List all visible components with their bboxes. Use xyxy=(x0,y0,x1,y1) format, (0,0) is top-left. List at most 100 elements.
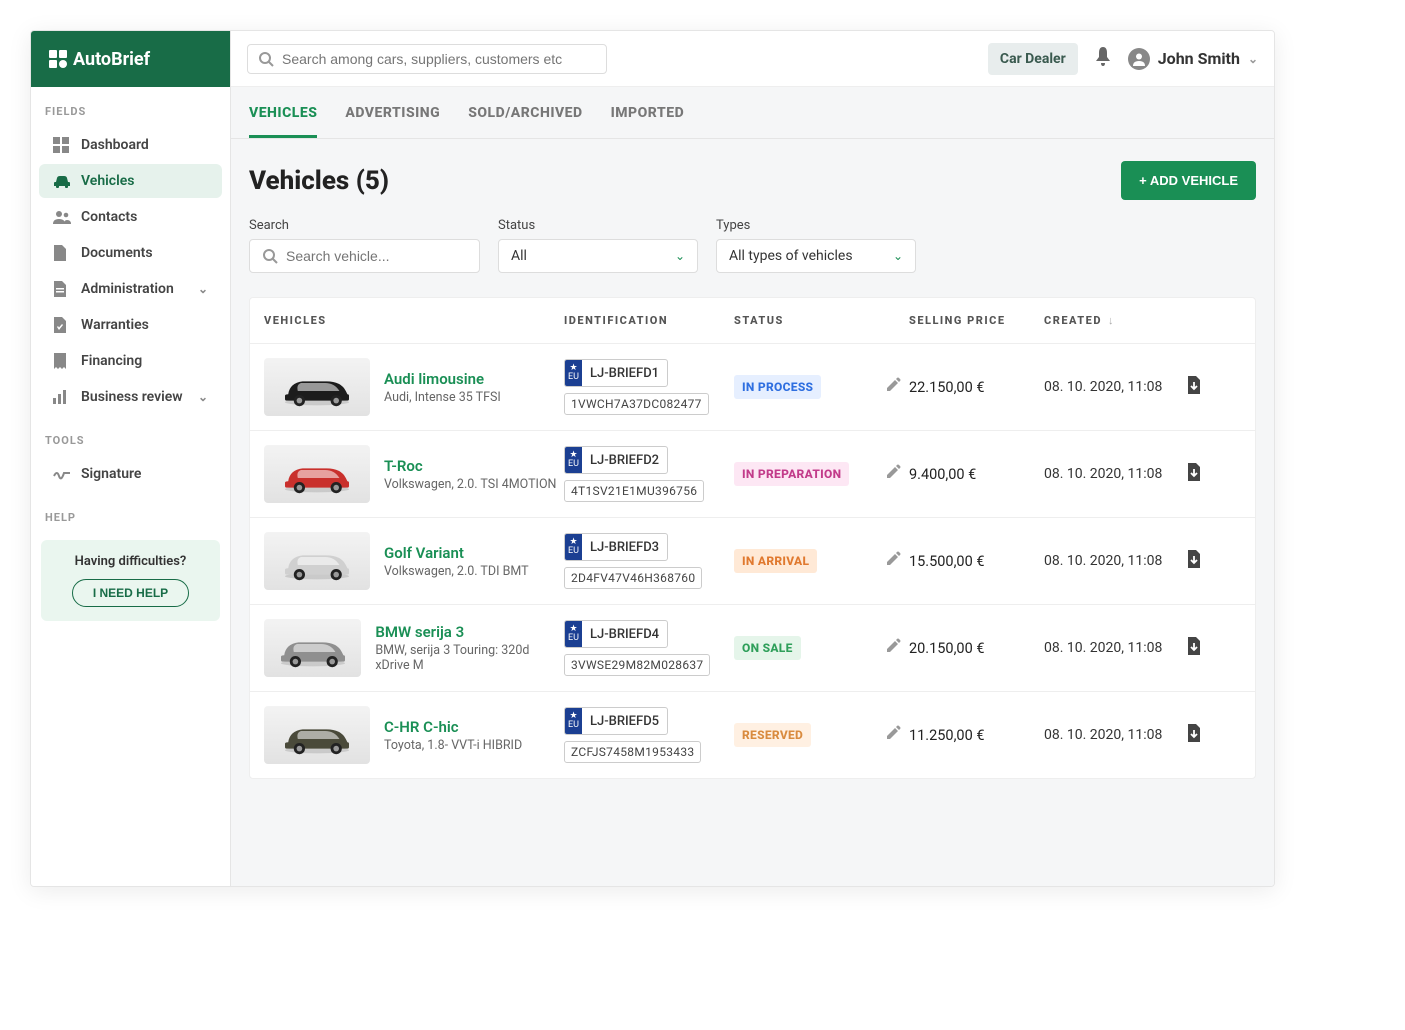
filter-types-value: All types of vehicles xyxy=(729,248,853,264)
download-button[interactable] xyxy=(1169,376,1219,398)
vin-number: 3VWSE29M82M028637 xyxy=(564,654,710,676)
nav-label: Warranties xyxy=(81,317,149,333)
chart-icon xyxy=(53,390,71,404)
plate-text: LJ-BRIEFD4 xyxy=(582,624,667,645)
edit-status-button[interactable] xyxy=(885,638,901,658)
file-download-icon xyxy=(1187,463,1201,481)
th-status: STATUS xyxy=(734,314,909,327)
avatar-icon xyxy=(1128,48,1150,70)
document-icon xyxy=(53,245,71,261)
eu-plate-icon: ★EU xyxy=(565,621,582,647)
status-badge: ON SALE xyxy=(734,636,801,660)
edit-status-button[interactable] xyxy=(885,464,901,484)
global-search[interactable] xyxy=(247,44,607,74)
nav-contacts[interactable]: Contacts xyxy=(39,200,222,234)
vin-number: ZCFJS7458M1953433 xyxy=(564,741,701,763)
help-button[interactable]: I NEED HELP xyxy=(72,579,189,607)
identification-cell: ★EU LJ-BRIEFD3 2D4FV47V46H368760 xyxy=(564,533,734,589)
vehicle-name-link[interactable]: Golf Variant xyxy=(384,544,529,562)
download-button[interactable] xyxy=(1169,550,1219,572)
add-vehicle-button[interactable]: + ADD VEHICLE xyxy=(1121,161,1256,200)
th-price: SELLING PRICE xyxy=(909,314,1044,327)
nav-financing[interactable]: Financing xyxy=(39,344,222,378)
nav-business-review[interactable]: Business review ⌄ xyxy=(39,380,222,414)
download-button[interactable] xyxy=(1169,637,1219,659)
price-cell: 11.250,00 € xyxy=(909,727,1044,744)
edit-status-button[interactable] xyxy=(885,551,901,571)
license-plate: ★EU LJ-BRIEFD4 xyxy=(564,620,668,648)
chevron-down-icon: ⌄ xyxy=(1248,52,1258,66)
nav-vehicles[interactable]: Vehicles xyxy=(39,164,222,198)
plate-text: LJ-BRIEFD3 xyxy=(582,537,667,558)
eu-plate-icon: ★EU xyxy=(565,708,582,734)
created-cell: 08. 10. 2020, 11:08 xyxy=(1044,553,1169,569)
edit-status-button[interactable] xyxy=(885,377,901,397)
status-cell: IN ARRIVAL xyxy=(734,549,909,573)
vehicle-name-link[interactable]: Audi limousine xyxy=(384,370,501,388)
signature-icon xyxy=(53,468,71,480)
filters: Search Status All ⌄ Types All types of v… xyxy=(231,208,1274,297)
filter-types: Types All types of vehicles ⌄ xyxy=(716,218,916,273)
status-cell: RESERVED xyxy=(734,723,909,747)
license-plate: ★EU LJ-BRIEFD3 xyxy=(564,533,668,561)
price-cell: 20.150,00 € xyxy=(909,640,1044,657)
tab-sold-archived[interactable]: SOLD/ARCHIVED xyxy=(468,87,582,138)
chevron-down-icon: ⌄ xyxy=(675,249,685,263)
vehicle-name-link[interactable]: T-Roc xyxy=(384,457,556,475)
nav-administration[interactable]: Administration ⌄ xyxy=(39,272,222,306)
vehicle-thumbnail xyxy=(264,445,370,503)
tab-advertising[interactable]: ADVERTISING xyxy=(345,87,440,138)
dealer-badge: Car Dealer xyxy=(988,43,1078,75)
filter-types-select[interactable]: All types of vehicles ⌄ xyxy=(716,239,916,273)
download-button[interactable] xyxy=(1169,724,1219,746)
global-search-input[interactable] xyxy=(282,51,596,67)
brand-logo: AutoBrief xyxy=(31,31,230,87)
status-badge: IN PROCESS xyxy=(734,375,821,399)
th-created[interactable]: CREATED ↓ xyxy=(1044,314,1169,327)
vehicle-name-link[interactable]: C-HR C-hic xyxy=(384,718,522,736)
nav-signature[interactable]: Signature xyxy=(39,457,222,491)
search-icon xyxy=(262,248,278,264)
vehicle-cell: C-HR C-hic Toyota, 1.8- VVT-i HIBRID xyxy=(264,706,564,764)
brand-name: AutoBrief xyxy=(73,49,150,70)
tab-imported[interactable]: IMPORTED xyxy=(611,87,685,138)
created-cell: 08. 10. 2020, 11:08 xyxy=(1044,727,1169,743)
nav-dashboard[interactable]: Dashboard xyxy=(39,128,222,162)
filter-search-input[interactable] xyxy=(286,248,467,264)
filter-status-value: All xyxy=(511,248,527,264)
vehicle-cell: Audi limousine Audi, Intense 35 TFSI xyxy=(264,358,564,416)
sort-down-icon: ↓ xyxy=(1108,314,1115,327)
user-menu[interactable]: John Smith ⌄ xyxy=(1128,48,1258,70)
notifications-button[interactable] xyxy=(1094,47,1112,71)
identification-cell: ★EU LJ-BRIEFD4 3VWSE29M82M028637 xyxy=(564,620,734,676)
topbar: Car Dealer John Smith ⌄ xyxy=(231,31,1274,87)
nav-label: Financing xyxy=(81,353,142,369)
file-download-icon xyxy=(1187,724,1201,742)
download-button[interactable] xyxy=(1169,463,1219,485)
plate-text: LJ-BRIEFD5 xyxy=(582,711,667,732)
section-tools-label: TOOLS xyxy=(31,416,230,457)
chevron-down-icon: ⌄ xyxy=(198,390,208,404)
vehicle-name-link[interactable]: BMW serija 3 xyxy=(375,623,564,641)
created-cell: 08. 10. 2020, 11:08 xyxy=(1044,379,1169,395)
grid-icon xyxy=(53,137,71,153)
pencil-icon xyxy=(885,638,901,654)
filter-status-select[interactable]: All ⌄ xyxy=(498,239,698,273)
main-area: Car Dealer John Smith ⌄ VEHICLES ADVERTI… xyxy=(231,31,1274,886)
users-icon xyxy=(53,210,71,224)
filter-search-field[interactable] xyxy=(249,239,480,273)
nav-documents[interactable]: Documents xyxy=(39,236,222,270)
car-icon xyxy=(53,174,71,188)
file-download-icon xyxy=(1187,637,1201,655)
nav-warranties[interactable]: Warranties xyxy=(39,308,222,342)
vehicle-thumbnail xyxy=(264,532,370,590)
table-row: T-Roc Volkswagen, 2.0. TSI 4MOTION ★EU L… xyxy=(250,431,1255,518)
status-cell: IN PROCESS xyxy=(734,375,909,399)
created-cell: 08. 10. 2020, 11:08 xyxy=(1044,640,1169,656)
edit-status-button[interactable] xyxy=(885,725,901,745)
pencil-icon xyxy=(885,725,901,741)
tab-bar: VEHICLES ADVERTISING SOLD/ARCHIVED IMPOR… xyxy=(231,87,1274,139)
identification-cell: ★EU LJ-BRIEFD1 1VWCH7A37DC082477 xyxy=(564,359,734,415)
logo-icon xyxy=(49,50,67,68)
tab-vehicles[interactable]: VEHICLES xyxy=(249,87,317,138)
